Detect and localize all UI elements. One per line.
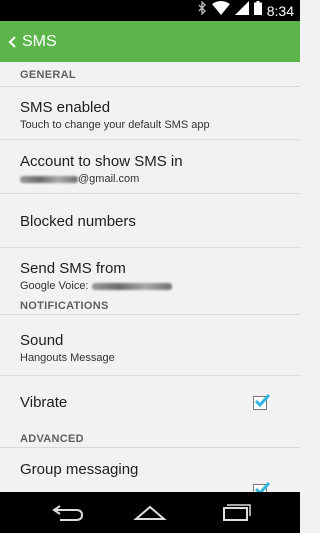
pref-title: Send SMS from: [20, 260, 126, 277]
pref-sms-enabled[interactable]: SMS enabled Touch to change your default…: [0, 87, 300, 140]
signal-icon: [234, 1, 249, 20]
pref-send-sms-from[interactable]: Send SMS from Google Voice:: [0, 248, 300, 301]
group-messaging-checkbox[interactable]: [253, 481, 271, 492]
checkmark-icon: [254, 393, 271, 408]
pref-sound[interactable]: Sound Hangouts Message: [0, 315, 300, 376]
section-general: GENERAL: [0, 62, 300, 87]
back-arrow-icon[interactable]: [3, 21, 21, 62]
pref-title: Sound: [20, 332, 64, 349]
pref-vibrate[interactable]: Vibrate: [0, 376, 300, 431]
section-advanced: ADVANCED: [0, 431, 300, 448]
pref-summary: Touch to change your default SMS app: [20, 119, 210, 131]
bluetooth-icon: [197, 0, 207, 20]
wifi-icon: [211, 1, 230, 20]
navigation-bar: [0, 492, 300, 533]
redacted-blur: [91, 282, 172, 290]
status-time: 8:34: [266, 2, 294, 19]
pref-summary-row: @gmail.com: [20, 173, 300, 185]
nav-home-icon[interactable]: [130, 500, 170, 524]
pref-summary: Google Voice:: [20, 280, 89, 292]
section-notifications: NOTIFICATIONS: [0, 300, 300, 315]
pref-title: Blocked numbers: [20, 213, 136, 230]
nav-back-icon[interactable]: [46, 500, 86, 524]
pref-account[interactable]: Account to show SMS in @gmail.com: [0, 140, 300, 194]
pref-title: SMS enabled: [20, 99, 111, 116]
pref-summary: Hangouts Message: [20, 352, 115, 364]
pref-summary: @gmail.com: [78, 173, 140, 185]
status-bar: 8:34: [0, 0, 300, 21]
nav-recents-icon[interactable]: [215, 500, 255, 524]
pref-group-messaging[interactable]: Group messaging: [0, 448, 300, 492]
pref-blocked-numbers[interactable]: Blocked numbers: [0, 194, 300, 248]
app-bar: SMS: [0, 21, 300, 62]
status-icons: 8:34: [197, 0, 294, 20]
pref-title: Account to show SMS in: [20, 153, 183, 170]
battery-icon: [253, 1, 262, 20]
page-title: SMS: [22, 32, 57, 50]
pref-summary-row: Google Voice:: [20, 280, 300, 292]
vibrate-checkbox[interactable]: [253, 393, 271, 410]
redacted-blur: [20, 175, 78, 183]
checkmark-icon: [254, 481, 271, 492]
pref-title: Group messaging: [20, 461, 139, 478]
settings-list[interactable]: GENERAL SMS enabled Touch to change your…: [0, 62, 300, 492]
